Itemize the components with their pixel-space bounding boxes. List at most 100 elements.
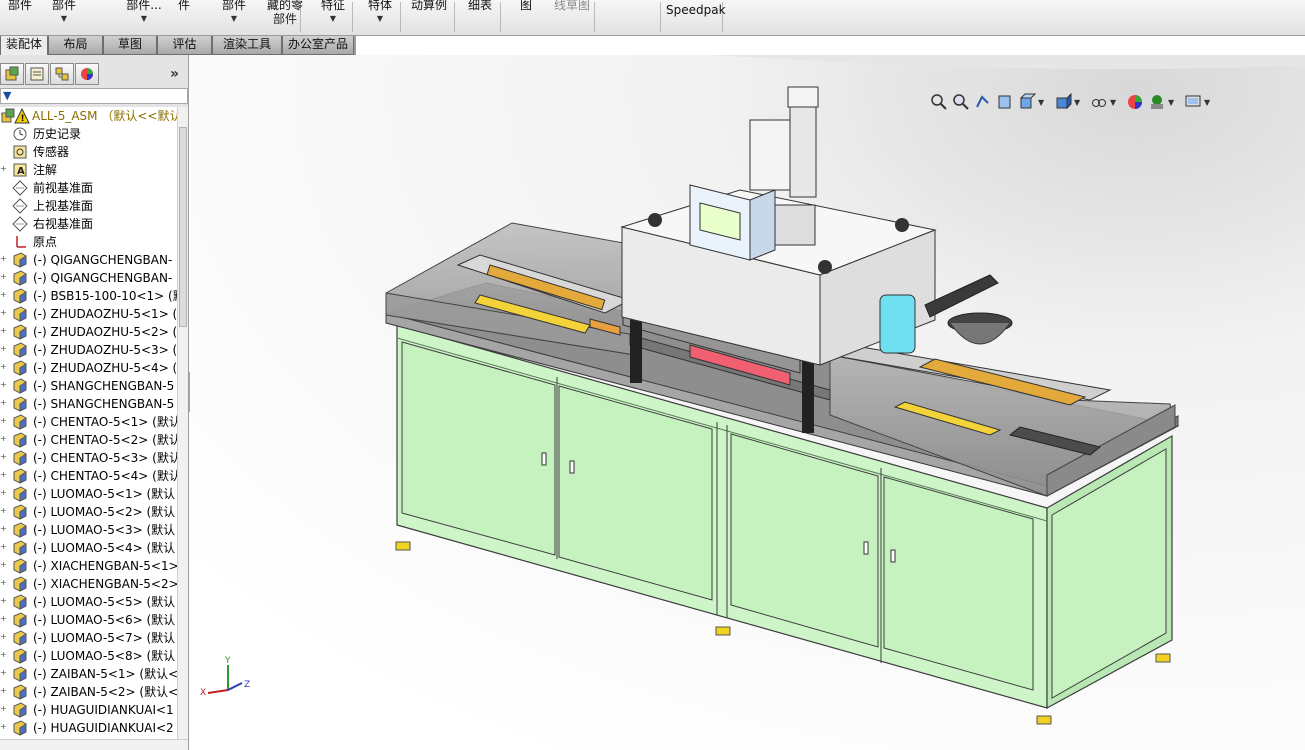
- expand-toggle[interactable]: +: [0, 273, 7, 281]
- view-orientation-caret[interactable]: ▼: [1038, 98, 1044, 107]
- expand-toggle[interactable]: +: [0, 435, 7, 443]
- ribbon-button-6[interactable]: 特征 ▼: [320, 0, 346, 32]
- tree-item[interactable]: + (-) BSB15-100-10<1> (默: [0, 287, 177, 305]
- display-style-caret[interactable]: ▼: [1074, 98, 1080, 107]
- expand-toggle[interactable]: +: [0, 309, 7, 317]
- tree-item[interactable]: + (-) ZHUDAOZHU-5<3> (: [0, 341, 177, 359]
- edit-appearance-icon[interactable]: [1126, 93, 1144, 111]
- expand-toggle[interactable]: +: [0, 705, 7, 713]
- tree-item[interactable]: + (-) XIACHENGBAN-5<2>: [0, 575, 177, 593]
- ribbon-button-10[interactable]: 图: [516, 0, 536, 32]
- ribbon-button-4[interactable]: 部件 ▼: [222, 0, 246, 32]
- ribbon-button-7[interactable]: 特体 ▼: [366, 0, 394, 32]
- expand-toggle[interactable]: +: [0, 723, 7, 731]
- dropdown-caret-icon[interactable]: ▼: [52, 12, 76, 26]
- tree-item[interactable]: + (-) CHENTAO-5<1> (默认: [0, 413, 177, 431]
- tree-item[interactable]: + (-) ZHUDAOZHU-5<4> (: [0, 359, 177, 377]
- tree-item[interactable]: + (-) ZHUDAOZHU-5<1> (: [0, 305, 177, 323]
- appearance-manager-tab[interactable]: [75, 63, 99, 85]
- tree-item[interactable]: + (-) QIGANGCHENGBAN-: [0, 251, 177, 269]
- tab-4[interactable]: 渲染工具: [212, 36, 282, 55]
- tree-item[interactable]: + A 注解: [0, 161, 177, 179]
- expand-toggle[interactable]: +: [0, 291, 7, 299]
- expand-toggle[interactable]: +: [0, 597, 7, 605]
- ribbon-button-12[interactable]: Speedpak: [666, 3, 726, 37]
- tree-filter-bar[interactable]: ▼: [0, 88, 188, 104]
- tree-vertical-scrollbar[interactable]: [177, 107, 188, 739]
- hide-show-caret[interactable]: ▼: [1110, 98, 1116, 107]
- feature-manager-tab[interactable]: [0, 63, 24, 85]
- apply-scene-icon[interactable]: [1148, 93, 1166, 111]
- dropdown-caret-icon[interactable]: ▼: [320, 12, 346, 26]
- tree-item[interactable]: 传感器: [0, 143, 177, 161]
- expand-toggle[interactable]: +: [0, 651, 7, 659]
- ribbon-button-2[interactable]: 部件... ▼: [126, 0, 162, 32]
- tab-3[interactable]: 评估: [157, 36, 212, 55]
- tree-item[interactable]: + (-) LUOMAO-5<6> (默认: [0, 611, 177, 629]
- property-manager-tab[interactable]: [25, 63, 49, 85]
- expand-toggle[interactable]: +: [0, 633, 7, 641]
- expand-toggle[interactable]: +: [0, 489, 7, 497]
- hide-show-items-icon[interactable]: [1090, 93, 1108, 111]
- configuration-manager-tab[interactable]: [50, 63, 74, 85]
- view-settings-icon[interactable]: [1184, 93, 1202, 111]
- tree-item[interactable]: 原点: [0, 233, 177, 251]
- ribbon-button-11[interactable]: 线草图: [554, 0, 590, 32]
- ribbon-button-3[interactable]: 件: [172, 0, 196, 32]
- expand-panel-button[interactable]: »: [170, 66, 179, 82]
- tree-item[interactable]: + (-) SHANGCHENGBAN-5: [0, 377, 177, 395]
- tree-item[interactable]: + (-) XIACHENGBAN-5<1>: [0, 557, 177, 575]
- tab-1[interactable]: 布局: [48, 36, 103, 55]
- tree-root-assembly[interactable]: −!ALL-5_ASM （默认<<默认: [0, 107, 177, 125]
- expand-toggle[interactable]: +: [0, 543, 7, 551]
- expand-toggle[interactable]: +: [0, 669, 7, 677]
- expand-toggle[interactable]: +: [0, 363, 7, 371]
- tree-item[interactable]: + (-) ZHUDAOZHU-5<2> (: [0, 323, 177, 341]
- tree-item[interactable]: + (-) CHENTAO-5<4> (默认: [0, 467, 177, 485]
- zoom-to-area-icon[interactable]: [952, 93, 970, 111]
- tree-horizontal-scrollbar[interactable]: [0, 739, 188, 750]
- expand-toggle[interactable]: +: [0, 507, 7, 515]
- tree-item[interactable]: + (-) LUOMAO-5<7> (默认: [0, 629, 177, 647]
- ribbon-button-8[interactable]: 动算例: [410, 0, 448, 32]
- tree-item[interactable]: + (-) HUAGUIDIANKUAI<1: [0, 701, 177, 719]
- apply-scene-caret[interactable]: ▼: [1168, 98, 1174, 107]
- tree-item[interactable]: + (-) CHENTAO-5<3> (默认: [0, 449, 177, 467]
- tree-item[interactable]: + (-) ZAIBAN-5<2> (默认<: [0, 683, 177, 701]
- tree-item[interactable]: + (-) HUAGUIDIANKUAI<2: [0, 719, 177, 737]
- filter-icon[interactable]: ▼: [3, 89, 11, 102]
- dropdown-caret-icon[interactable]: ▼: [366, 12, 394, 26]
- tree-item[interactable]: 历史记录: [0, 125, 177, 143]
- section-view-icon[interactable]: [996, 93, 1014, 111]
- tree-item[interactable]: + (-) ZAIBAN-5<1> (默认<: [0, 665, 177, 683]
- expand-toggle[interactable]: +: [0, 579, 7, 587]
- ribbon-button-0[interactable]: 部件: [6, 0, 34, 32]
- expand-toggle[interactable]: +: [0, 255, 7, 263]
- expand-toggle[interactable]: +: [0, 399, 7, 407]
- expand-toggle[interactable]: +: [0, 453, 7, 461]
- previous-view-icon[interactable]: [974, 93, 992, 111]
- tree-item[interactable]: + (-) QIGANGCHENGBAN-: [0, 269, 177, 287]
- display-style-icon[interactable]: [1054, 93, 1072, 111]
- dropdown-caret-icon[interactable]: ▼: [222, 12, 246, 26]
- tree-item[interactable]: 前视基准面: [0, 179, 177, 197]
- tree-item[interactable]: + (-) LUOMAO-5<2> (默认: [0, 503, 177, 521]
- expand-toggle[interactable]: +: [0, 687, 7, 695]
- tree-item[interactable]: + (-) LUOMAO-5<1> (默认: [0, 485, 177, 503]
- tab-2[interactable]: 草图: [103, 36, 157, 55]
- view-orientation-icon[interactable]: [1018, 93, 1036, 111]
- graphics-area[interactable]: Y X Z ▼ ▼ ▼ ▼ ▼: [190, 55, 1305, 750]
- view-settings-caret[interactable]: ▼: [1204, 98, 1210, 107]
- tree-item[interactable]: 上视基准面: [0, 197, 177, 215]
- tree-item[interactable]: + (-) SHANGCHENGBAN-5: [0, 395, 177, 413]
- tree-item[interactable]: + (-) LUOMAO-5<5> (默认: [0, 593, 177, 611]
- expand-toggle[interactable]: +: [0, 561, 7, 569]
- tree-item[interactable]: + (-) LUOMAO-5<8> (默认: [0, 647, 177, 665]
- zoom-to-fit-icon[interactable]: [930, 93, 948, 111]
- expand-toggle[interactable]: +: [0, 327, 7, 335]
- tab-0[interactable]: 装配体: [0, 36, 48, 55]
- scrollbar-thumb[interactable]: [179, 127, 187, 327]
- dropdown-caret-icon[interactable]: ▼: [126, 12, 162, 26]
- expand-toggle[interactable]: +: [0, 417, 7, 425]
- expand-toggle[interactable]: +: [0, 345, 7, 353]
